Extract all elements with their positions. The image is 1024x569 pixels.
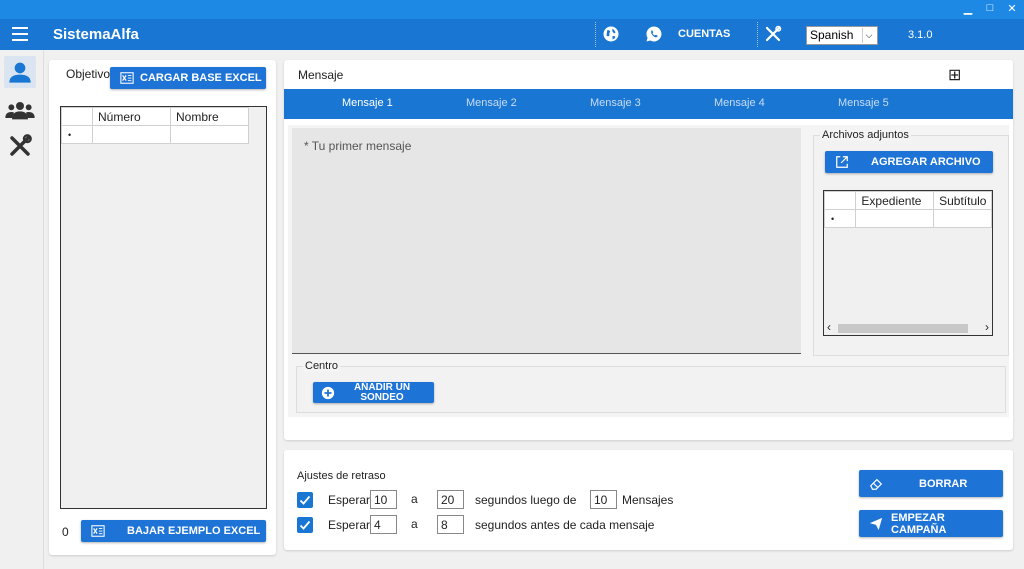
ajustes-label: Ajustes de retraso — [297, 470, 386, 482]
download-example-label: BAJAR EJEMPLO EXCEL — [127, 525, 261, 537]
table-row[interactable]: • — [61, 125, 249, 144]
clear-label: BORRAR — [919, 477, 968, 490]
clear-button[interactable]: BORRAR — [859, 470, 1003, 497]
user-icon — [9, 62, 31, 83]
group-icon — [5, 102, 35, 120]
sidebar-item-tools[interactable] — [4, 130, 36, 162]
delay-message-checkbox[interactable] — [297, 517, 313, 533]
grid-header-row: Expediente Subtítulo — [823, 191, 992, 210]
globe-icon[interactable] — [602, 25, 620, 43]
app-title: SistemaAlfa — [53, 26, 139, 43]
delay-message-text: segundos antes de cada mensaje — [475, 518, 655, 532]
add-file-label: AGREGAR ARCHIVO — [871, 156, 981, 168]
message-tabs: Mensaje 1 Mensaje 2 Mensaje 3 Mensaje 4 … — [284, 89, 1013, 119]
language-select[interactable]: Spanish ⌵ — [806, 26, 878, 45]
eraser-icon — [870, 478, 883, 490]
send-icon — [869, 517, 883, 530]
hamburger-menu-icon[interactable] — [12, 27, 28, 41]
mensajes-label: Mensajes — [622, 493, 674, 507]
table-cell[interactable] — [92, 125, 171, 144]
excel-icon — [91, 525, 105, 537]
add-tab-icon[interactable]: ⊞ — [948, 65, 961, 85]
whatsapp-icon[interactable] — [645, 25, 663, 43]
tab-mensaje-1[interactable]: Mensaje 1 — [342, 97, 393, 109]
table-cell[interactable] — [170, 125, 249, 144]
add-file-button[interactable]: AGREGAR ARCHIVO — [825, 151, 993, 173]
grid-header-row: Número Nombre — [61, 107, 249, 126]
table-cell[interactable] — [855, 209, 935, 228]
version-label: 3.1.0 — [908, 29, 933, 41]
divider — [595, 22, 596, 47]
batch-size-input[interactable]: 10 — [590, 490, 617, 509]
message-textarea[interactable]: * Tu primer mensaje — [292, 128, 801, 354]
grid-corner-cell — [61, 107, 93, 126]
objetivo-label: Objetivo — [66, 67, 111, 81]
attachments-grid[interactable]: Expediente Subtítulo • ‹ › — [823, 190, 993, 336]
load-excel-button[interactable]: CARGAR BASE EXCEL — [110, 67, 266, 89]
tab-mensaje-4[interactable]: Mensaje 4 — [714, 97, 765, 109]
objetivo-grid[interactable]: Número Nombre • — [60, 106, 267, 509]
delay-message-min-input[interactable]: 4 — [370, 515, 397, 534]
attachments-label: Archivos adjuntos — [820, 129, 911, 141]
esperar-label: Esperar — [328, 518, 371, 532]
scrollbar-thumb[interactable] — [838, 324, 968, 333]
column-header-nombre[interactable]: Nombre — [170, 107, 249, 126]
a-label: a — [411, 492, 418, 506]
delay-message-max-input[interactable]: 8 — [437, 515, 464, 534]
add-poll-button[interactable]: AÑADIR UN SONDEO — [313, 382, 434, 403]
minimize-button[interactable]: ▁ — [962, 2, 974, 15]
app-header: SistemaAlfa CUENTAS Spanish ⌵ 3.1.0 — [0, 19, 1024, 50]
ajustes-panel: Ajustes de retraso Esperar 10 a 20 segun… — [284, 450, 1013, 550]
esperar-label: Esperar — [328, 493, 371, 507]
delay-batch-max-input[interactable]: 20 — [437, 490, 464, 509]
window-controls: ▁ □ ✕ — [962, 2, 1018, 15]
tools-icon[interactable] — [764, 25, 782, 43]
column-header-subtitulo[interactable]: Subtítulo — [933, 191, 992, 210]
tab-mensaje-5[interactable]: Mensaje 5 — [838, 97, 889, 109]
delay-batch-min-input[interactable]: 10 — [370, 490, 397, 509]
scroll-left-arrow[interactable]: ‹ — [827, 320, 831, 334]
table-cell[interactable] — [933, 209, 992, 228]
excel-icon — [120, 72, 134, 84]
delay-batch-text: segundos luego de — [475, 493, 577, 507]
sidebar — [0, 50, 44, 569]
mensaje-label: Mensaje — [298, 68, 344, 82]
check-icon — [299, 495, 311, 505]
tools-icon — [10, 134, 32, 156]
window-titlebar: ▁ □ ✕ — [0, 0, 1024, 19]
new-row-marker: • — [823, 209, 857, 228]
new-row-marker: • — [61, 125, 93, 144]
table-row[interactable]: • — [823, 209, 992, 228]
scroll-right-arrow[interactable]: › — [985, 320, 989, 334]
a-label: a — [411, 517, 418, 531]
language-value: Spanish — [810, 28, 854, 42]
check-icon — [299, 520, 311, 530]
cuentas-button[interactable]: CUENTAS — [678, 28, 730, 40]
tab-mensaje-3[interactable]: Mensaje 3 — [590, 97, 641, 109]
add-poll-label: AÑADIR UN SONDEO — [353, 382, 411, 403]
column-header-expediente[interactable]: Expediente — [855, 191, 935, 210]
sidebar-item-groups[interactable] — [4, 94, 36, 126]
plus-circle-icon — [321, 386, 335, 399]
row-count: 0 — [62, 525, 69, 539]
chevron-down-icon: ⌵ — [862, 28, 875, 43]
download-example-button[interactable]: BAJAR EJEMPLO EXCEL — [81, 520, 266, 542]
maximize-button[interactable]: □ — [984, 2, 996, 15]
objetivo-panel: Objetivo CARGAR BASE EXCEL Número Nombre… — [49, 60, 276, 555]
open-external-icon — [836, 156, 848, 168]
start-campaign-label: EMPEZAR CAMPAÑA — [891, 511, 947, 536]
column-header-numero[interactable]: Número — [92, 107, 171, 126]
horizontal-scrollbar[interactable]: ‹ › — [824, 320, 992, 335]
divider — [757, 22, 758, 47]
start-campaign-button[interactable]: EMPEZAR CAMPAÑA — [859, 510, 1003, 537]
centro-label: Centro — [303, 360, 341, 372]
sidebar-item-user[interactable] — [4, 56, 36, 88]
delay-batch-checkbox[interactable] — [297, 492, 313, 508]
load-excel-label: CARGAR BASE EXCEL — [140, 72, 262, 84]
close-button[interactable]: ✕ — [1006, 2, 1018, 15]
message-placeholder: * Tu primer mensaje — [304, 139, 412, 153]
tab-mensaje-2[interactable]: Mensaje 2 — [466, 97, 517, 109]
grid-corner-cell — [823, 191, 857, 210]
